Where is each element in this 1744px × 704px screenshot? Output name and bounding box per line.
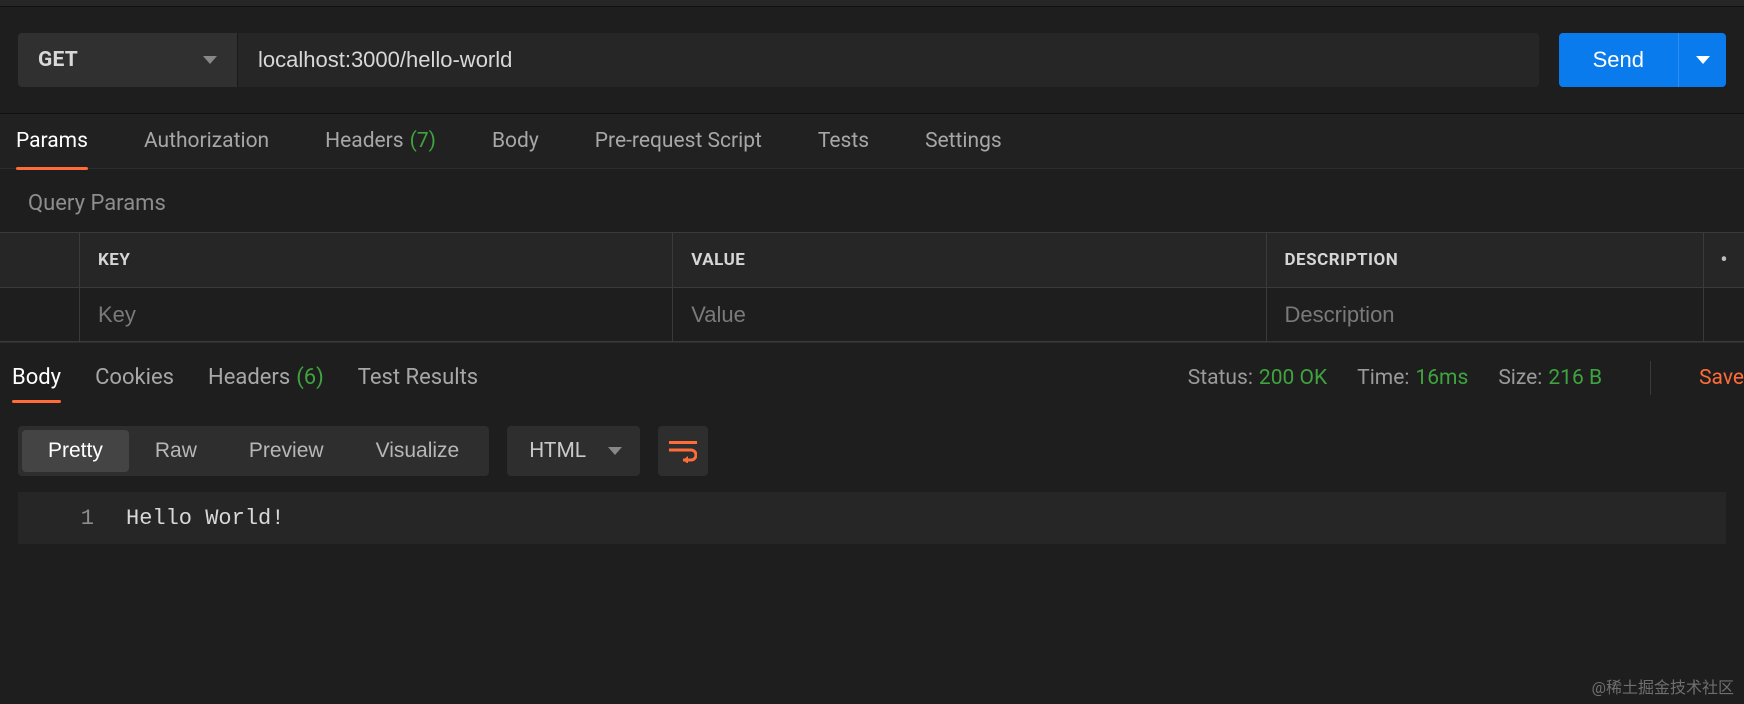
size-block: Size:216 B xyxy=(1498,366,1602,390)
tab-label: Pre-request Script xyxy=(595,129,762,153)
view-mode-group: Pretty Raw Preview Visualize xyxy=(18,426,489,476)
http-method-select[interactable]: GET xyxy=(18,33,238,87)
resp-tab-body[interactable]: Body xyxy=(12,343,61,413)
view-raw-button[interactable]: Raw xyxy=(129,430,223,472)
view-pretty-button[interactable]: Pretty xyxy=(22,430,129,472)
view-preview-button[interactable]: Preview xyxy=(223,430,350,472)
description-input[interactable] xyxy=(1285,302,1686,328)
status-block: Status:200 OK xyxy=(1188,366,1327,390)
tab-label: Params xyxy=(16,129,88,153)
chevron-down-icon xyxy=(203,56,217,64)
wrap-lines-button[interactable] xyxy=(658,426,708,476)
cell-value xyxy=(673,287,1266,341)
send-button-group: Send xyxy=(1559,33,1726,87)
table-header-label: VALUE xyxy=(691,250,745,270)
tab-params[interactable]: Params xyxy=(16,113,88,169)
tab-headers[interactable]: Headers (7) xyxy=(325,113,436,169)
tab-label: Tests xyxy=(818,129,869,153)
wrap-icon xyxy=(669,439,697,463)
response-view-row: Pretty Raw Preview Visualize HTML xyxy=(0,412,1744,490)
response-meta: Status:200 OK Time:16ms Size:216 B Save xyxy=(1188,361,1744,395)
time-block: Time:16ms xyxy=(1357,366,1468,390)
time-value: 16ms xyxy=(1415,366,1468,390)
cell-description xyxy=(1267,287,1705,341)
resp-tab-headers[interactable]: Headers(6) xyxy=(208,343,324,413)
app-root: GET Send Params Authorization Headers (7)… xyxy=(0,0,1744,704)
view-visualize-button[interactable]: Visualize xyxy=(350,430,486,472)
top-divider xyxy=(0,0,1744,7)
tab-label: Cookies xyxy=(95,365,174,390)
resp-tab-testresults[interactable]: Test Results xyxy=(358,343,478,413)
tab-label: Settings xyxy=(925,129,1002,153)
method-url-group: GET xyxy=(18,33,1539,87)
status-value: 200 OK xyxy=(1259,366,1327,390)
tab-label: Headers xyxy=(208,365,290,390)
send-button[interactable]: Send xyxy=(1559,33,1678,87)
vertical-divider xyxy=(1650,361,1651,395)
cell-key xyxy=(80,287,673,341)
table-header-label: DESCRIPTION xyxy=(1285,250,1399,270)
send-options-button[interactable] xyxy=(1678,33,1726,87)
table-header-value: VALUE xyxy=(673,233,1266,287)
response-body-line[interactable]: Hello World! xyxy=(126,506,284,531)
watermark: @稀土掘金技术社区 xyxy=(1592,674,1734,698)
table-header-description: DESCRIPTION xyxy=(1267,233,1705,287)
chevron-down-icon xyxy=(608,447,622,455)
language-label: HTML xyxy=(529,439,586,463)
chevron-down-icon xyxy=(1696,56,1710,64)
save-response-button[interactable]: Save xyxy=(1699,366,1744,390)
table-header-spacer xyxy=(0,233,80,287)
meta-label: Status: xyxy=(1188,366,1253,390)
tab-label: Body xyxy=(492,129,539,153)
response-body: 1 Hello World! xyxy=(18,492,1726,544)
more-icon: • xyxy=(1720,248,1727,273)
response-language-select[interactable]: HTML xyxy=(507,426,640,476)
tab-count: (6) xyxy=(296,365,324,390)
url-input[interactable] xyxy=(238,33,1539,87)
table-header-label: KEY xyxy=(98,250,130,270)
section-title-query-params: Query Params xyxy=(0,169,1744,232)
request-row: GET Send xyxy=(0,7,1744,113)
size-value: 216 B xyxy=(1548,366,1602,390)
meta-label: Time: xyxy=(1357,366,1409,390)
tab-label: Headers xyxy=(325,129,403,153)
key-input[interactable] xyxy=(98,302,654,328)
table-header-actions[interactable]: • xyxy=(1704,233,1744,287)
table-header-row: KEY VALUE DESCRIPTION • xyxy=(0,233,1744,287)
cell-actions xyxy=(1704,287,1744,341)
resp-tab-cookies[interactable]: Cookies xyxy=(95,343,174,413)
http-method-label: GET xyxy=(38,48,78,72)
request-tabs: Params Authorization Headers (7) Body Pre… xyxy=(0,113,1744,169)
table-header-key: KEY xyxy=(80,233,673,287)
table-row xyxy=(0,287,1744,341)
tab-body[interactable]: Body xyxy=(492,113,539,169)
tab-prerequest[interactable]: Pre-request Script xyxy=(595,113,762,169)
tab-authorization[interactable]: Authorization xyxy=(144,113,269,169)
line-number: 1 xyxy=(18,506,126,531)
value-input[interactable] xyxy=(691,302,1247,328)
response-tabs: Body Cookies Headers(6) Test Results xyxy=(0,343,478,413)
row-handle[interactable] xyxy=(0,287,80,341)
tab-tests[interactable]: Tests xyxy=(818,113,869,169)
meta-label: Size: xyxy=(1498,366,1542,390)
tab-label: Body xyxy=(12,365,61,390)
params-table: KEY VALUE DESCRIPTION • xyxy=(0,232,1744,342)
response-header-row: Body Cookies Headers(6) Test Results Sta… xyxy=(0,342,1744,412)
tab-count: (7) xyxy=(410,129,436,153)
tab-label: Test Results xyxy=(358,365,478,390)
tab-settings[interactable]: Settings xyxy=(925,113,1002,169)
tab-label: Authorization xyxy=(144,129,269,153)
